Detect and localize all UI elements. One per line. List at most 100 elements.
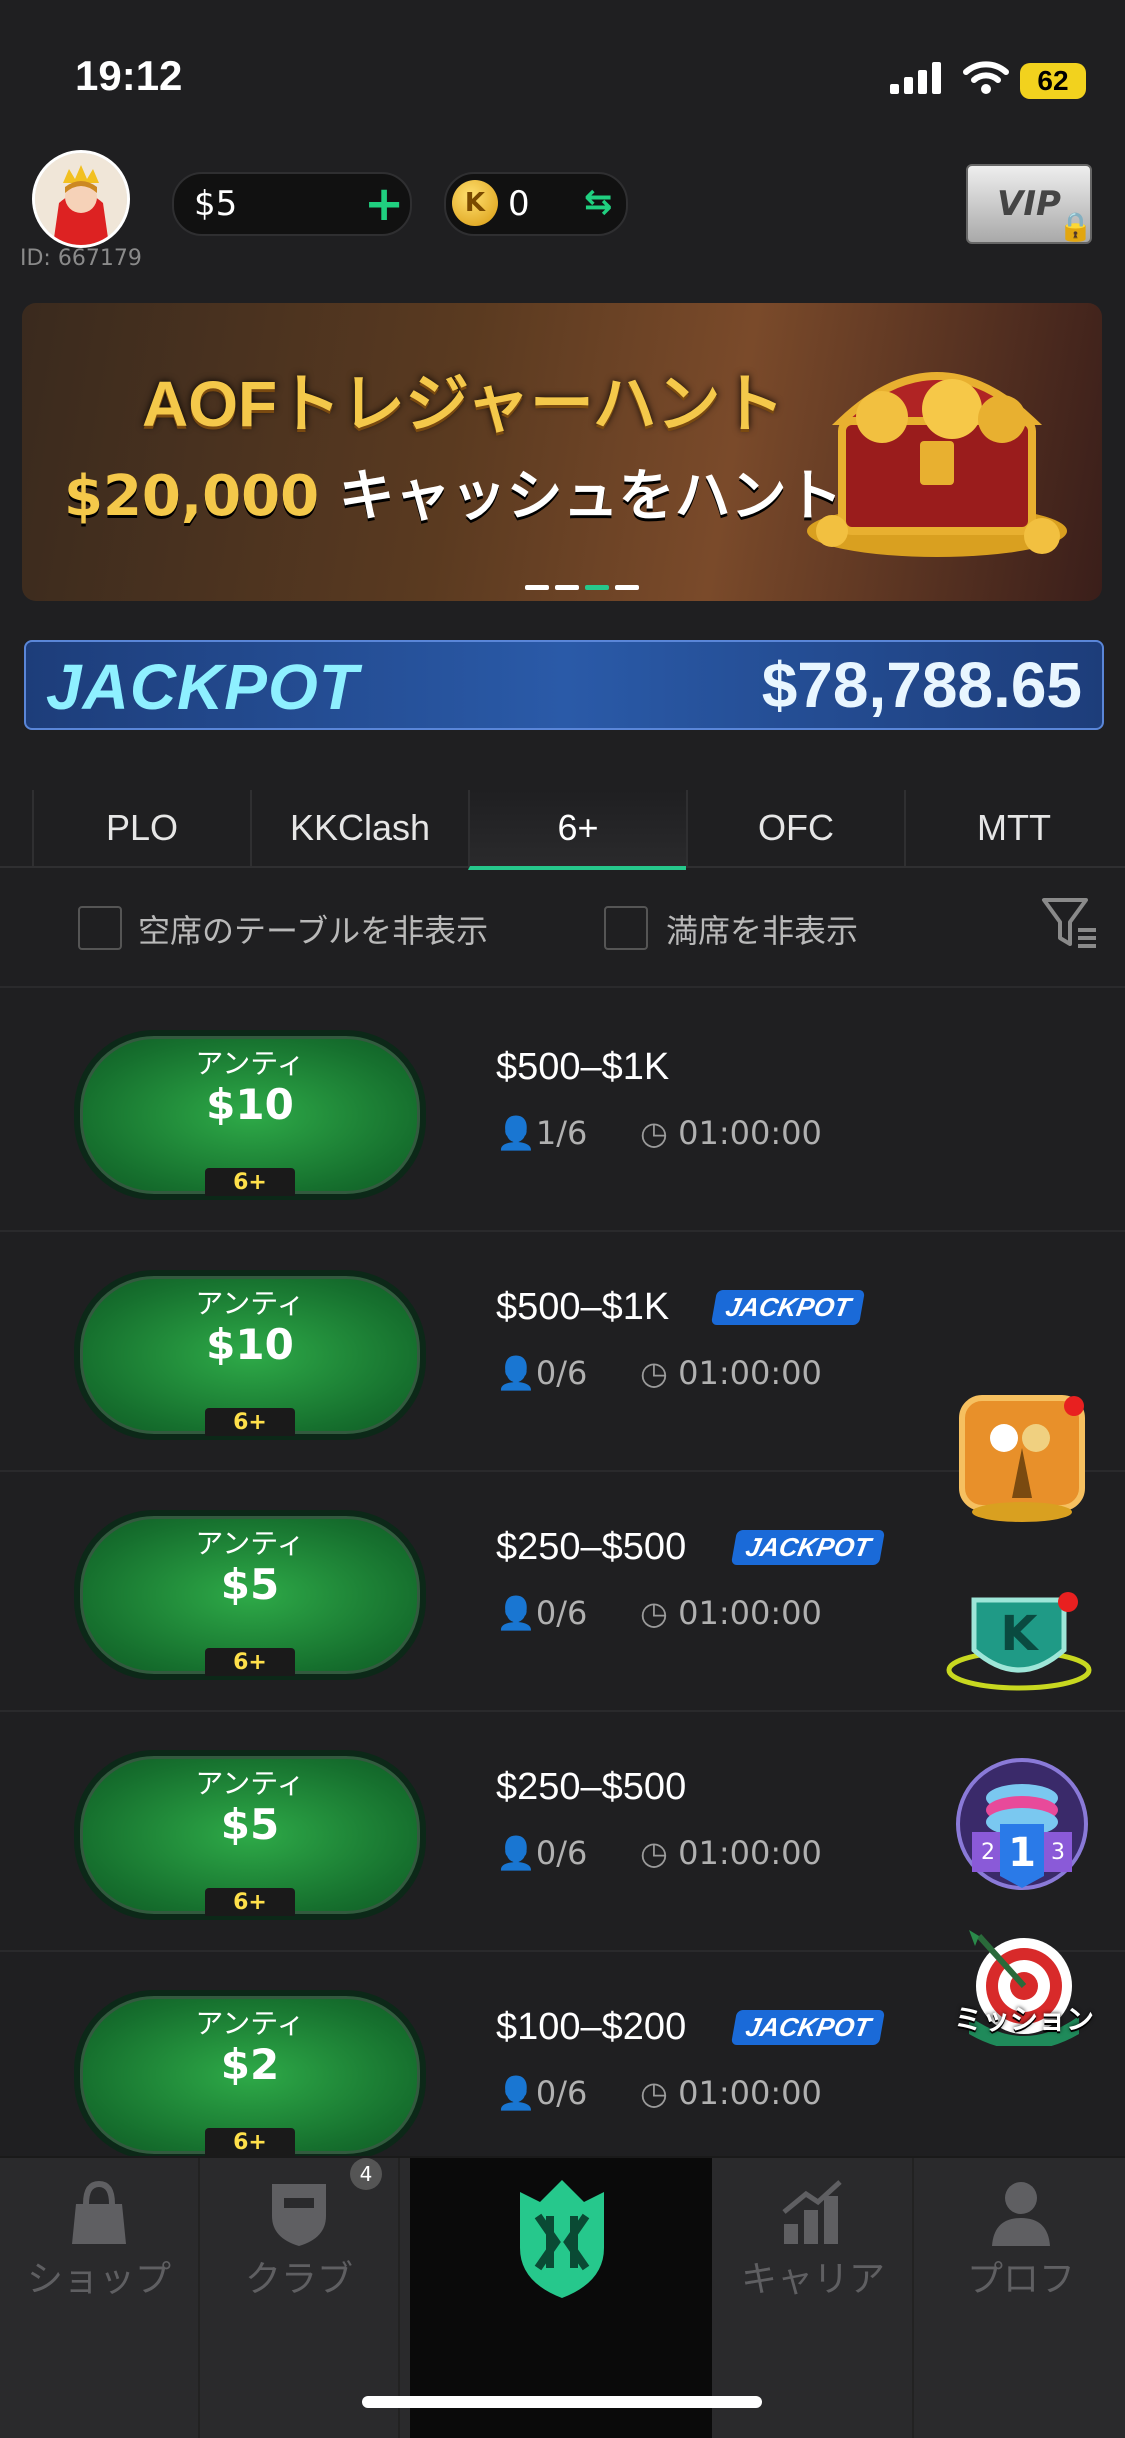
ante-amount: $10 — [206, 1080, 294, 1129]
stakes-label: $500–$1K — [496, 1046, 670, 1088]
table-row[interactable]: アンティ $10 6+ $500–$1K 👤1/6 ◷ 01:00:00 — [0, 990, 1125, 1232]
battery-indicator: 62 — [1020, 63, 1086, 99]
treasure-chest-icon — [807, 372, 1067, 557]
cash-balance-pill[interactable]: $5 + — [172, 172, 412, 236]
poker-table-icon: アンティ $10 6+ — [74, 1030, 426, 1200]
banner-subtitle: $20,000 キャッシュをハント! — [64, 451, 868, 532]
stakes-label: $100–$200 — [496, 2006, 687, 2048]
mission-label: ミッション — [953, 2003, 1094, 2036]
rank-left: 2 — [981, 1840, 995, 1865]
stakes-label: $250–$500 — [496, 1526, 687, 1568]
kk-symbol: K — [1000, 1606, 1039, 1662]
user-id: ID: 667179 — [20, 246, 142, 271]
profile-person-icon — [992, 2182, 1050, 2246]
stakes-label: $500–$1K — [496, 1286, 670, 1328]
seats-count: 👤0/6 — [496, 1354, 588, 1392]
tab-kkclash[interactable]: KKClash — [250, 790, 468, 866]
nav-shop[interactable]: ショップ — [0, 2158, 200, 2438]
avatar-queen-icon — [35, 153, 127, 245]
seats-count: 👤0/6 — [496, 1594, 588, 1632]
person-icon: 👤 — [496, 1594, 536, 1632]
add-cash-icon[interactable]: + — [364, 176, 404, 232]
coin-balance-pill[interactable]: K 0 ⇆ — [444, 172, 628, 236]
hide-empty-label: 空席のテーブルを非表示 — [138, 912, 489, 950]
tab-plo[interactable]: PLO — [32, 790, 250, 866]
career-chart-icon — [782, 2180, 842, 2244]
banner-amount: $20,000 — [64, 464, 320, 529]
person-icon: 👤 — [496, 1114, 536, 1152]
club-notification-badge: 4 — [350, 2158, 382, 2190]
avatar[interactable] — [32, 150, 130, 248]
nav-profile-label: プロフ — [966, 2259, 1075, 2300]
hide-full-label: 満席を非表示 — [666, 912, 859, 950]
club-shield-icon — [272, 2184, 326, 2246]
clock-icon: ◷ — [640, 2074, 679, 2112]
cash-balance-value: $5 — [194, 184, 238, 224]
signal-icon — [890, 62, 941, 94]
lottery-machine-icon[interactable] — [952, 1388, 1092, 1528]
table-timer: ◷ 01:00:00 — [640, 1594, 822, 1632]
person-icon: 👤 — [496, 1354, 536, 1392]
jackpot-badge: JACKPOT — [730, 2010, 886, 2045]
coin-balance-value: 0 — [508, 184, 530, 224]
tab-ofc[interactable]: OFC — [686, 790, 904, 866]
filter-icon[interactable] — [1040, 896, 1100, 952]
tab-mtt[interactable]: MTT — [904, 790, 1122, 866]
clock-icon: ◷ — [640, 1114, 679, 1152]
jackpot-bar: JACKPOT $78,788.65 — [24, 640, 1104, 730]
seats-count: 👤0/6 — [496, 2074, 588, 2112]
exchange-icon[interactable]: ⇆ — [584, 182, 613, 222]
status-time: 19:12 — [75, 52, 183, 99]
filter-bar: 空席のテーブルを非表示 満席を非表示 — [0, 870, 1125, 988]
table-timer: ◷ 01:00:00 — [640, 1834, 822, 1872]
clock-icon: ◷ — [640, 1354, 679, 1392]
ante-amount: $5 — [220, 1800, 280, 1849]
ante-amount: $2 — [220, 2040, 280, 2089]
nav-shop-label: ショップ — [26, 2259, 171, 2300]
stakes-label: $250–$500 — [496, 1766, 687, 1808]
person-icon: 👤 — [496, 1834, 536, 1872]
person-icon: 👤 — [496, 2074, 536, 2112]
home-indicator[interactable] — [362, 2396, 762, 2408]
ante-label: アンティ — [195, 2007, 305, 2040]
game-type-tabs: PLO KKClash 6+ OFC MTT — [0, 790, 1125, 870]
game-badge: 6+ — [205, 1408, 295, 1436]
hide-full-checkbox[interactable] — [604, 906, 648, 950]
table-timer: ◷ 01:00:00 — [640, 1114, 822, 1152]
mission-button[interactable]: ミッション — [944, 1916, 1104, 2066]
game-badge: 6+ — [205, 2128, 295, 2156]
carousel-dots[interactable] — [522, 575, 642, 594]
rank-number: 1 — [1008, 1830, 1036, 1876]
tab-6plus[interactable]: 6+ — [468, 790, 686, 870]
banner-sub-text: キャッシュをハント! — [338, 464, 869, 529]
table-timer: ◷ 01:00:00 — [640, 1354, 822, 1392]
ante-label: アンティ — [195, 1767, 305, 1800]
hide-empty-checkbox[interactable] — [78, 906, 122, 950]
lock-icon: 🔒 — [1058, 210, 1093, 243]
ante-amount: $10 — [206, 1320, 294, 1369]
banner-title: AOFトレジャーハント — [142, 368, 785, 440]
jackpot-label: JACKPOT — [46, 651, 359, 723]
rank-right: 3 — [1051, 1840, 1065, 1865]
shop-bag-icon — [72, 2180, 126, 2244]
poker-table-icon: アンティ $10 6+ — [74, 1270, 426, 1440]
seats-count: 👤1/6 — [496, 1114, 588, 1152]
nav-career-label: キャリア — [740, 2259, 885, 2300]
promo-banner[interactable]: AOFトレジャーハント $20,000 キャッシュをハント! — [22, 303, 1102, 601]
table-timer: ◷ 01:00:00 — [640, 2074, 822, 2112]
nav-club-label: クラブ — [244, 2259, 353, 2300]
ante-label: アンティ — [195, 1287, 305, 1320]
jackpot-value: $78,788.65 — [761, 649, 1082, 721]
nav-profile[interactable]: プロフ — [922, 2158, 1120, 2438]
kk-club-icon[interactable]: K — [944, 1580, 1094, 1700]
ante-label: アンティ — [195, 1047, 305, 1080]
ante-label: アンティ — [195, 1527, 305, 1560]
clock-icon: ◷ — [640, 1594, 679, 1632]
poker-table-icon: アンティ $2 6+ — [74, 1990, 426, 2160]
k-coin-icon: K — [452, 180, 498, 226]
ante-amount: $5 — [220, 1560, 280, 1609]
wifi-icon — [963, 61, 1009, 94]
jackpot-badge: JACKPOT — [710, 1290, 866, 1325]
seats-count: 👤0/6 — [496, 1834, 588, 1872]
ranking-button[interactable]: 1 2 3 — [952, 1754, 1092, 1894]
